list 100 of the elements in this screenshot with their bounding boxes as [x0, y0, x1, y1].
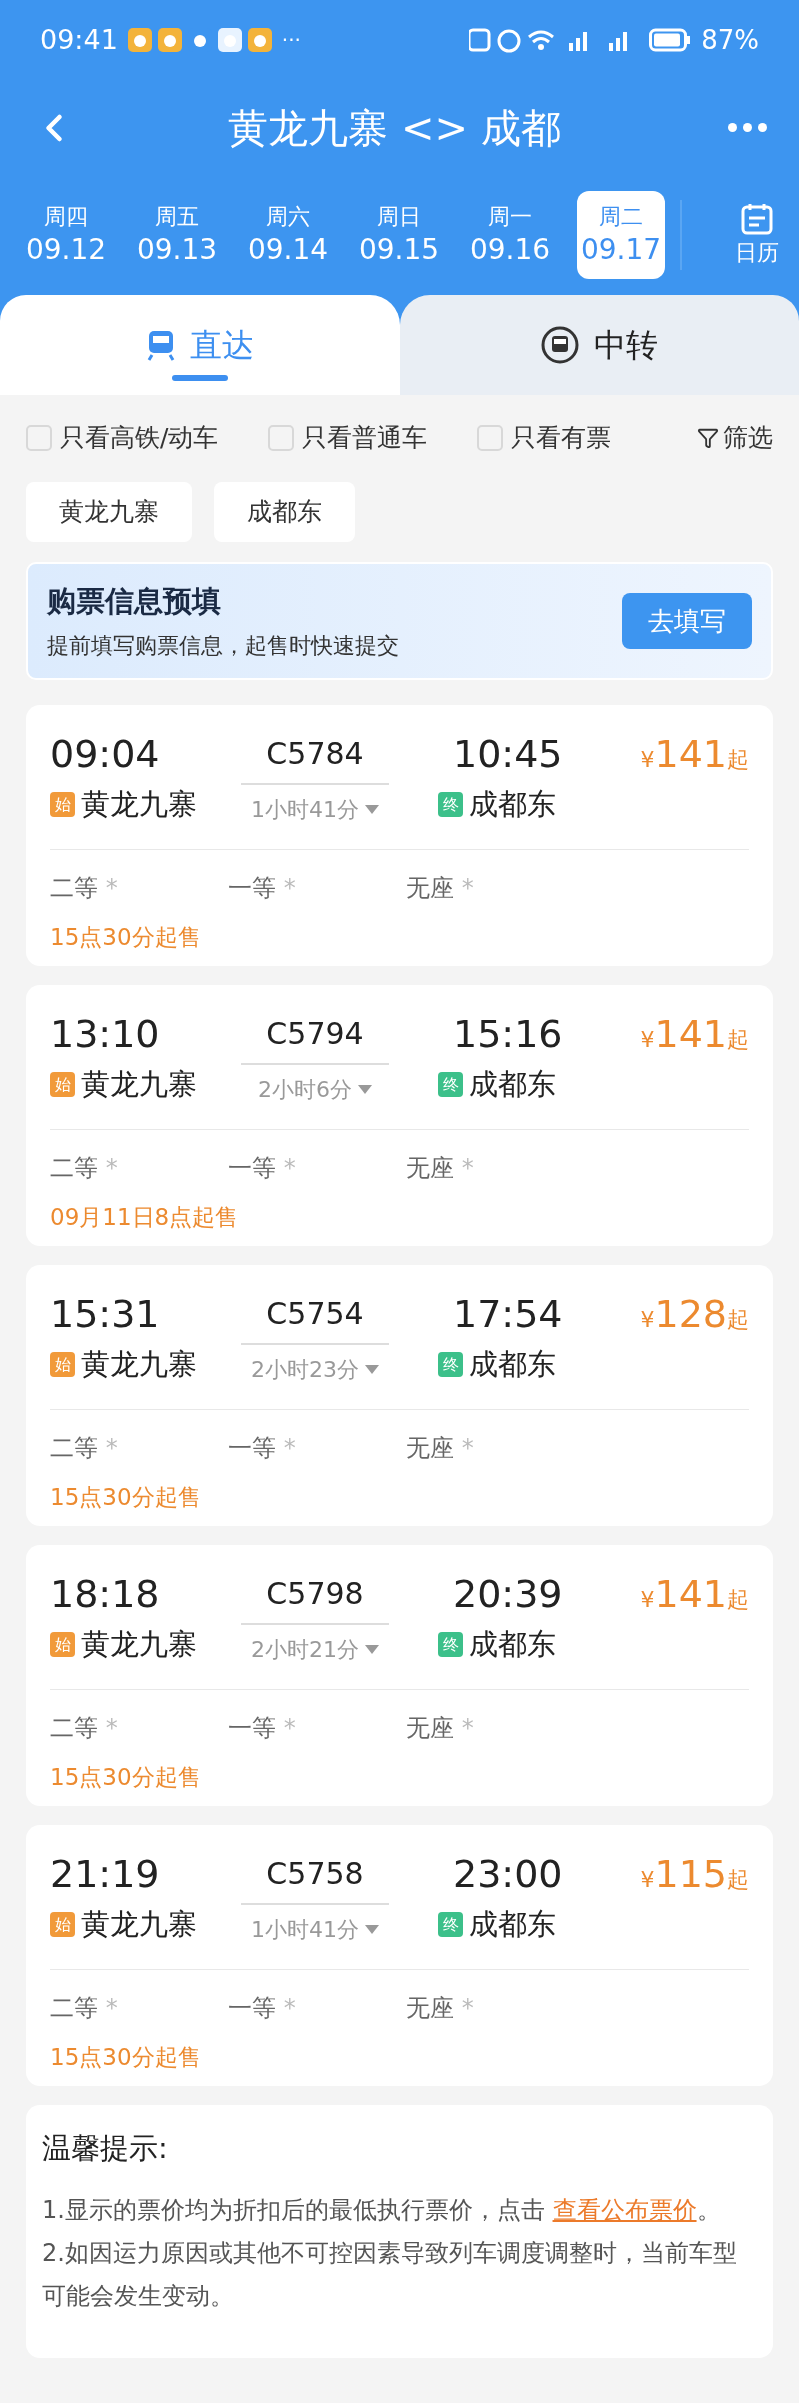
- seat-class: 无座 *: [406, 1152, 474, 1184]
- date-tab[interactable]: 周五 09.13: [133, 191, 221, 279]
- duration[interactable]: 2小时21分: [251, 1633, 379, 1666]
- arrival-time: 15:16: [452, 1011, 564, 1057]
- sale-time: 15点30分起售: [50, 922, 202, 952]
- duration[interactable]: 2小时23分: [251, 1353, 379, 1386]
- departure-station: 黄龙九寨: [81, 1626, 197, 1663]
- train-card[interactable]: 21:19 始 黄龙九寨 C5758 1小时41分 23:00 终 成都东 ¥115起 二等 * 一等 * 无座 * 15点30分起售: [26, 1825, 773, 2086]
- seat-class: 无座 *: [406, 1432, 474, 1464]
- route-tab[interactable]: 中转: [399, 295, 799, 395]
- train-card[interactable]: 09:04 始 黄龙九寨 C5784 1小时41分 10:45 终 成都东 ¥141起 二等 * 一等 * 无座 * 15点30分起售: [26, 705, 773, 966]
- seat-class: 无座 *: [406, 1712, 474, 1744]
- seat-class: 二等 *: [50, 872, 119, 904]
- filter-label: 只看普通车: [302, 421, 428, 454]
- price: ¥115起: [640, 1851, 749, 1898]
- arrival-station: 成都东: [469, 1906, 556, 1943]
- departure-station: 黄龙九寨: [81, 786, 197, 823]
- seat-class: 一等 *: [228, 1712, 297, 1744]
- end-badge: 终: [438, 1912, 463, 1938]
- seat-class: 无座 *: [406, 872, 474, 904]
- fill-in-button[interactable]: 去填写: [622, 593, 752, 649]
- train-card[interactable]: 18:18 始 黄龙九寨 C5798 2小时21分 20:39 终 成都东 ¥141起 二等 * 一等 * 无座 * 15点30分起售: [26, 1545, 773, 1806]
- date-tab[interactable]: 周六 09.14: [244, 191, 332, 279]
- departure-time: 21:19: [50, 1851, 161, 1897]
- date-tab[interactable]: 周四 09.12: [22, 191, 110, 279]
- sale-time: 15点30分起售: [50, 2042, 202, 2072]
- train-transfer-icon: [540, 325, 581, 365]
- seat-class: 二等 *: [50, 1432, 119, 1464]
- departure-station: 黄龙九寨: [81, 1346, 197, 1383]
- sale-time: 09月11日8点起售: [50, 1202, 240, 1232]
- route-title: 黄龙九寨 <> 成都: [227, 103, 562, 153]
- station-chip[interactable]: 成都东: [214, 482, 355, 542]
- station-chip[interactable]: 黄龙九寨: [26, 482, 192, 542]
- price: ¥141起: [640, 1011, 749, 1058]
- arrival-station: 成都东: [469, 1626, 556, 1663]
- price-link[interactable]: 查看公布票价: [552, 2195, 697, 2224]
- notice-text: 2.如因运力原因或其他不可控因素导致列车调度调整时，当前车型可能会发生变动。: [42, 2237, 738, 2312]
- battery-icon: [649, 28, 692, 52]
- end-badge: 终: [438, 1632, 463, 1658]
- route-tab[interactable]: 直达: [0, 295, 400, 395]
- train-card[interactable]: 15:31 始 黄龙九寨 C5754 2小时23分 17:54 终 成都东 ¥128起 二等 * 一等 * 无座 * 15点30分起售: [26, 1265, 773, 1526]
- arrival-station: 成都东: [469, 786, 556, 823]
- train-number: C5758: [266, 1855, 364, 1893]
- train-number: C5784: [266, 735, 364, 773]
- notice-text: 1.显示的票价均为折扣后的最低执行票价，点击 查看公布票价。: [42, 2194, 722, 2226]
- departure-station: 黄龙九寨: [81, 1906, 197, 1943]
- price: ¥128起: [640, 1291, 749, 1338]
- seat-class: 无座 *: [406, 1992, 474, 2024]
- arrival-time: 23:00: [452, 1851, 564, 1897]
- price: ¥141起: [640, 731, 749, 778]
- seat-class: 二等 *: [50, 1712, 119, 1744]
- calendar-button[interactable]: 日历: [735, 201, 779, 269]
- app-icon: [247, 28, 272, 52]
- train-number: C5794: [266, 1015, 364, 1053]
- seat-class: 一等 *: [228, 1992, 297, 2024]
- end-badge: 终: [438, 792, 463, 818]
- app-icon: [157, 28, 182, 52]
- train-icon: [145, 329, 176, 361]
- end-badge: 终: [438, 1352, 463, 1378]
- sale-time: 15点30分起售: [50, 1482, 202, 1512]
- start-badge: 始: [50, 1912, 75, 1938]
- filter-icon: [697, 426, 719, 449]
- calendar-icon: [740, 201, 774, 236]
- departure-time: 09:04: [50, 731, 161, 777]
- filter-checkbox[interactable]: [26, 424, 52, 451]
- duration[interactable]: 1小时41分: [251, 1913, 379, 1946]
- battery-percent: 87%: [701, 23, 759, 57]
- arrival-time: 20:39: [452, 1571, 564, 1617]
- train-number: C5754: [266, 1295, 364, 1333]
- date-tab[interactable]: 周二 09.17: [577, 191, 665, 279]
- end-badge: 终: [438, 1072, 463, 1098]
- start-badge: 始: [50, 1352, 75, 1378]
- sale-time: 15点30分起售: [50, 1762, 202, 1792]
- duration[interactable]: 2小时6分: [258, 1073, 372, 1106]
- filter-checkbox[interactable]: [477, 424, 504, 451]
- arrival-time: 10:45: [452, 731, 564, 777]
- date-tab[interactable]: 周日 09.15: [355, 191, 443, 279]
- filter-label: 只看有票: [511, 421, 612, 454]
- app-icon: [127, 28, 152, 52]
- duration[interactable]: 1小时41分: [251, 793, 379, 826]
- filter-label: 只看高铁/动车: [60, 421, 219, 454]
- app-icon: [217, 28, 242, 52]
- more-notifications: ···: [281, 27, 301, 54]
- clock: 09:41: [40, 22, 118, 57]
- banner-subtitle: 提前填写购票信息，起售时快速提交: [47, 632, 399, 661]
- train-card[interactable]: 13:10 始 黄龙九寨 C5794 2小时6分 15:16 终 成都东 ¥141起 二等 * 一等 * 无座 * 09月11日8点起售: [26, 985, 773, 1246]
- start-badge: 始: [50, 1072, 75, 1098]
- start-badge: 始: [50, 1632, 75, 1658]
- date-tab[interactable]: 周一 09.16: [466, 191, 554, 279]
- seat-class: 一等 *: [228, 1432, 297, 1464]
- filter-button[interactable]: 筛选: [697, 418, 773, 457]
- departure-station: 黄龙九寨: [81, 1066, 197, 1103]
- seat-class: 二等 *: [50, 1992, 119, 2024]
- seat-class: 二等 *: [50, 1152, 119, 1184]
- price: ¥141起: [640, 1571, 749, 1618]
- arrival-time: 17:54: [452, 1291, 564, 1337]
- filter-checkbox[interactable]: [268, 424, 295, 451]
- departure-time: 13:10: [50, 1011, 161, 1057]
- arrival-station: 成都东: [469, 1066, 556, 1103]
- seat-class: 一等 *: [228, 872, 297, 904]
